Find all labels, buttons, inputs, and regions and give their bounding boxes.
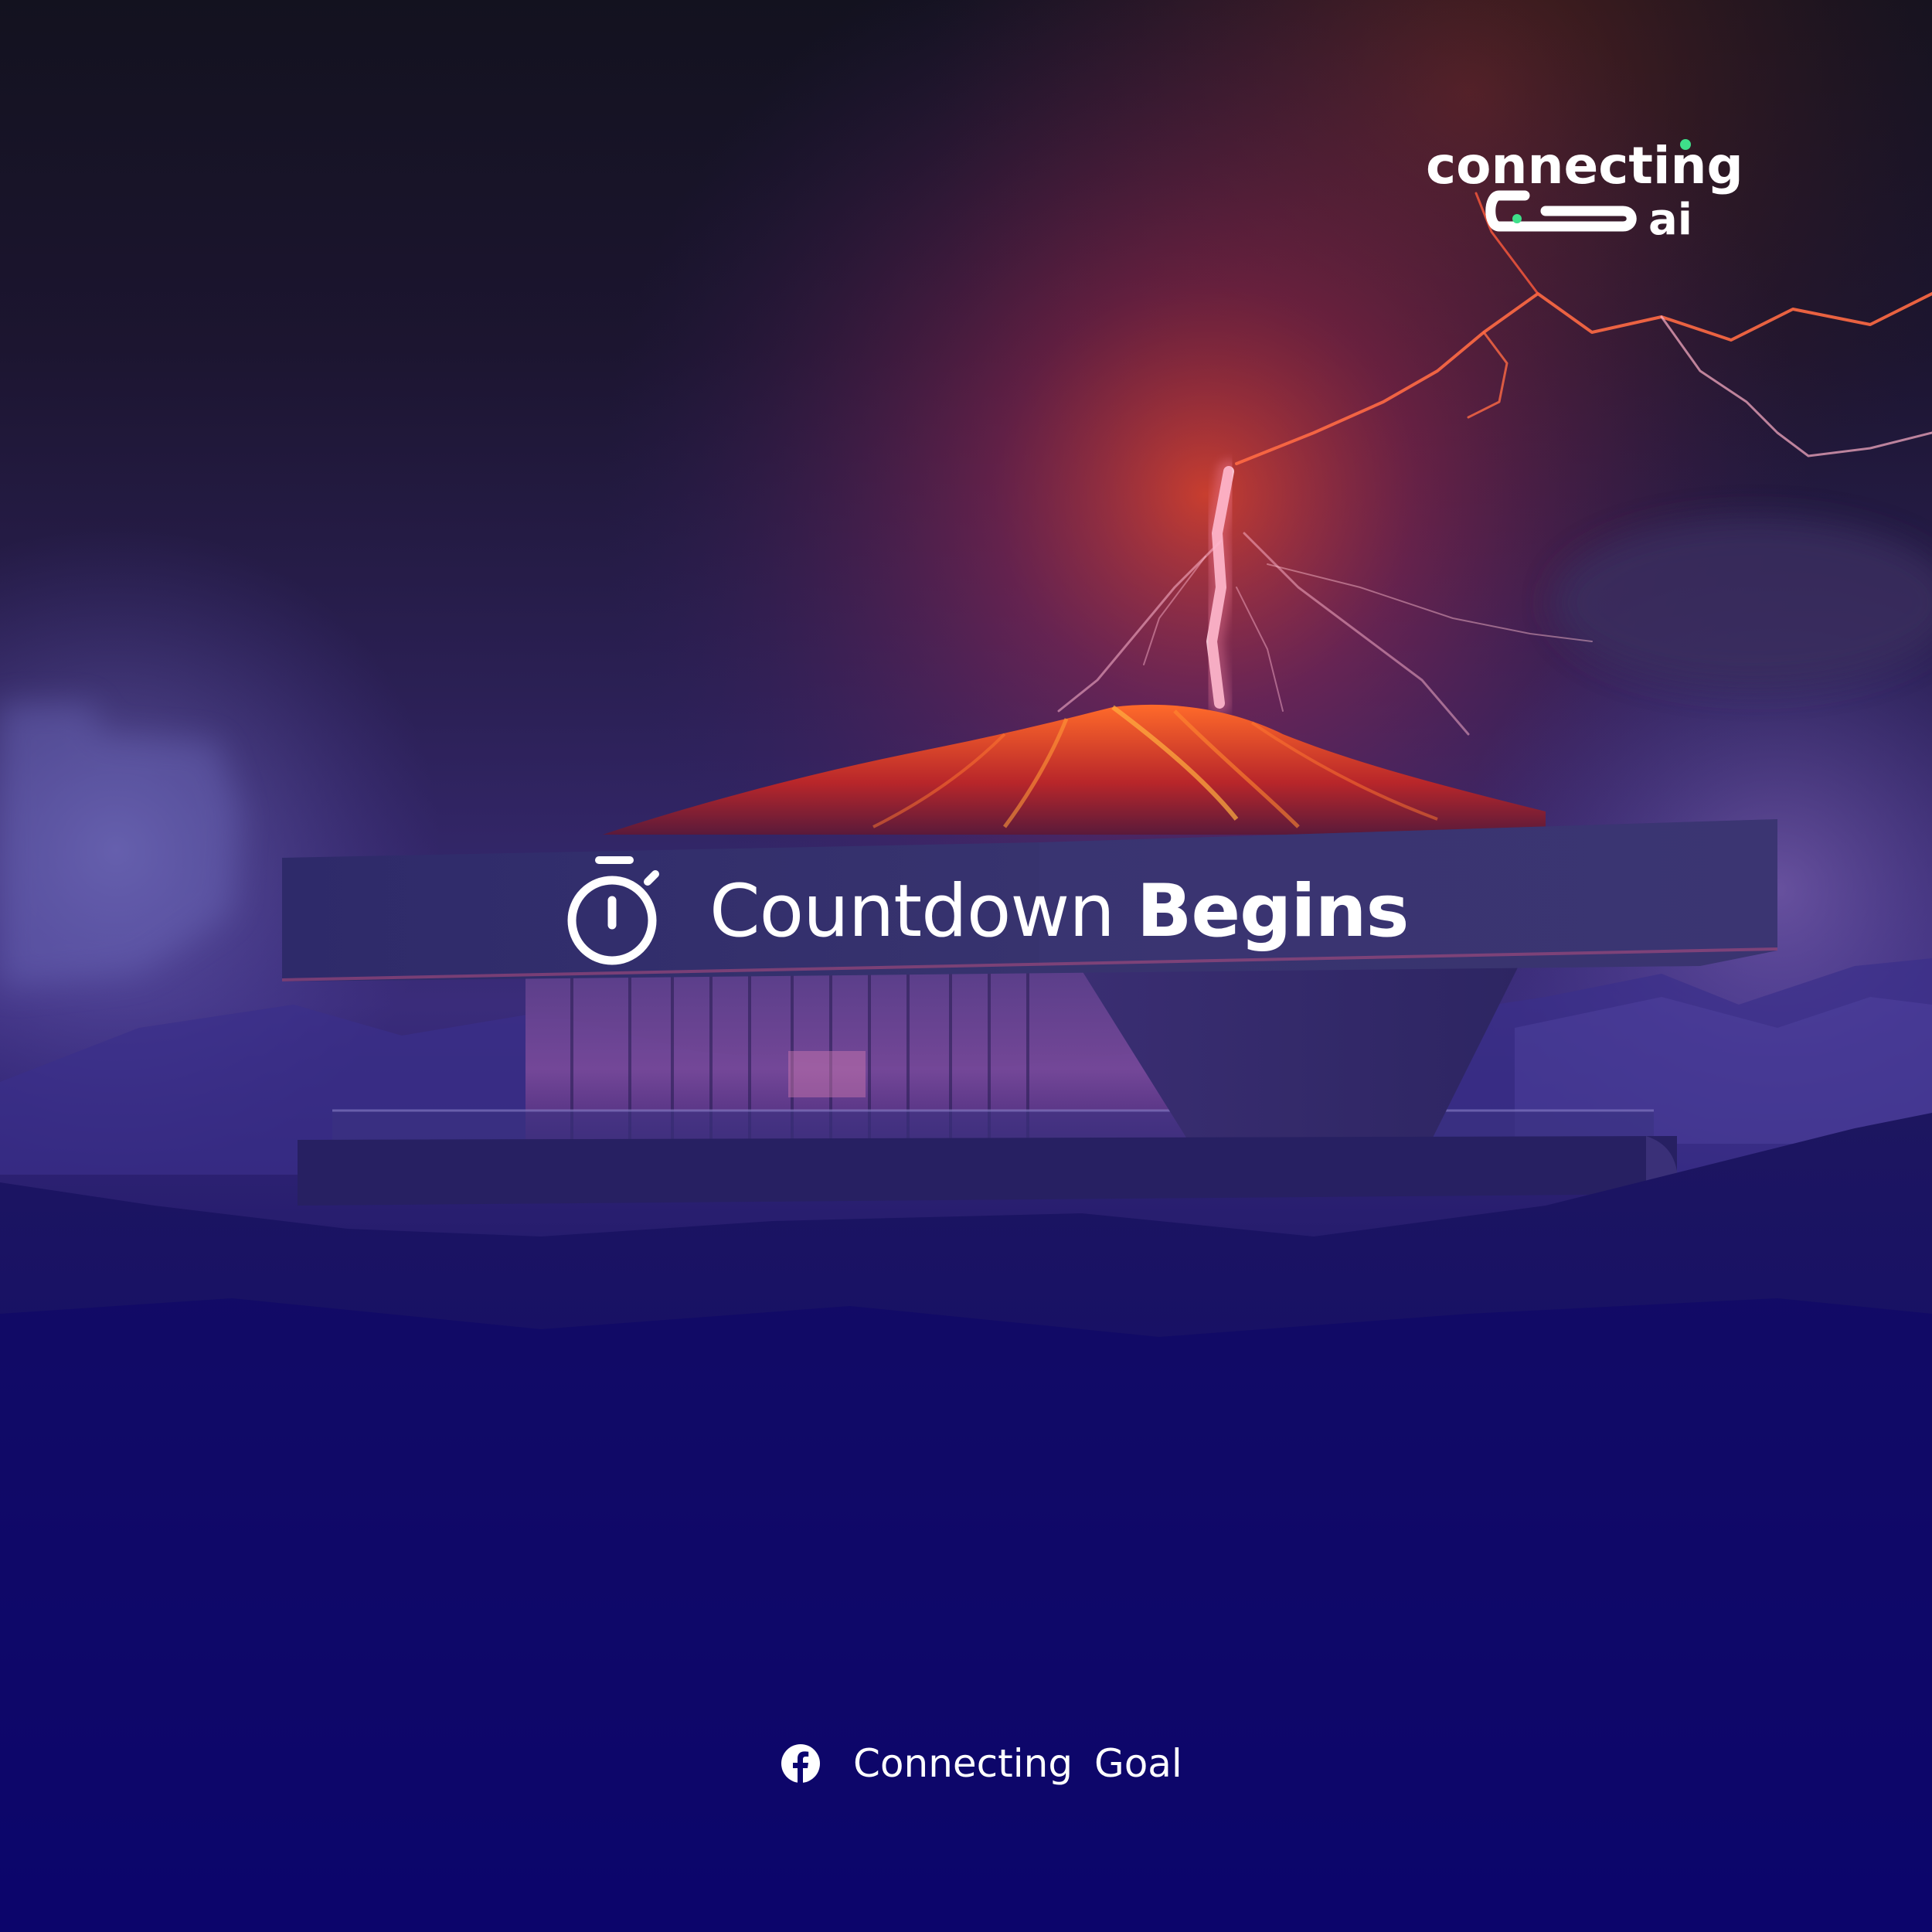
logo-link-dot — [1512, 214, 1522, 223]
footer-page-name[interactable]: Connecting Goal — [853, 1744, 1182, 1783]
headline-text: Countdown Begins — [709, 876, 1409, 948]
poster: connecting ai Countdown Begins Connectin… — [0, 0, 1932, 1932]
logo-link-shape — [1485, 190, 1637, 232]
headline-word-bold: Begins — [1136, 869, 1410, 954]
brand-logo: connecting ai — [1426, 135, 1774, 243]
logo-wordmark-top: connecting — [1426, 136, 1743, 196]
stopwatch-icon — [567, 856, 659, 965]
logo-wordmark-bottom: ai — [1648, 195, 1692, 243]
headline: Countdown Begins — [564, 850, 1409, 974]
headline-word-regular: Countdown — [709, 869, 1115, 954]
logo-accent-dot — [1680, 139, 1691, 150]
facebook-icon[interactable] — [781, 1743, 821, 1784]
social-footer: Connecting Goal — [781, 1740, 1182, 1787]
